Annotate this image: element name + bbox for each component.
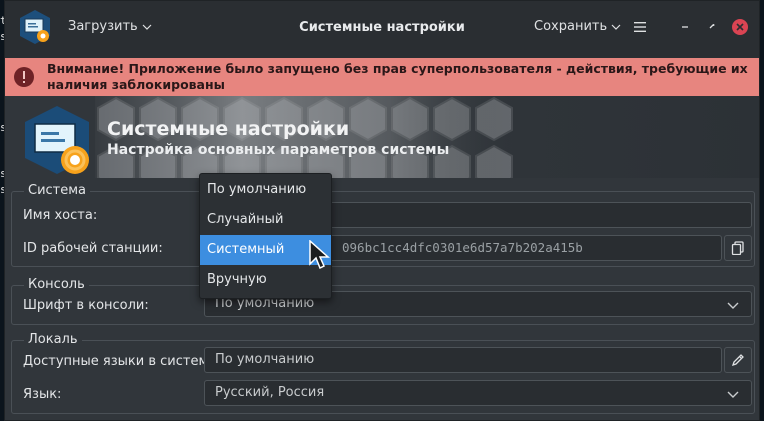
close-button[interactable]: [730, 17, 750, 37]
hostname-label: Имя хоста:: [23, 208, 98, 223]
available-languages-label: Доступные языки в системе:: [23, 354, 221, 369]
console-group: Консоль Шрифт в консоли: По умолчанию: [11, 277, 755, 325]
pencil-icon: [731, 354, 744, 367]
close-icon: [736, 23, 744, 31]
load-menu-button[interactable]: Загрузить: [68, 19, 152, 34]
menu-item-random[interactable]: Случайный: [200, 205, 331, 235]
chevron-down-icon: [727, 391, 739, 398]
locale-group: Локаль Доступные языки в системе: По умо…: [11, 332, 755, 414]
settings-window: Загрузить Системные настройки Сохранить: [4, 0, 760, 421]
console-font-label: Шрифт в консоли:: [23, 298, 149, 313]
warning-text: Внимание! Приложение было запущено без п…: [47, 61, 748, 92]
locale-group-title: Локаль: [24, 332, 82, 347]
minimize-icon: [682, 26, 688, 28]
system-group-title: Система: [24, 183, 91, 198]
language-value: Русский, Россия: [215, 385, 325, 400]
chevron-down-icon: [727, 302, 739, 309]
app-icon: [20, 10, 50, 44]
load-menu-label: Загрузить: [68, 19, 138, 34]
language-label: Язык:: [23, 387, 62, 402]
chevron-down-icon: [611, 24, 621, 30]
warning-icon: [14, 67, 34, 87]
warning-banner: Внимание! Приложение было запущено без п…: [5, 58, 759, 96]
hamburger-icon: [634, 22, 646, 32]
system-group: Система Имя хоста: ID рабочей станции: 0…: [11, 183, 755, 267]
chevron-down-icon: [142, 24, 152, 30]
copy-machine-id-button[interactable]: [724, 235, 752, 261]
machine-id-label: ID рабочей станции:: [23, 241, 163, 256]
language-dropdown[interactable]: Русский, Россия: [204, 380, 752, 406]
hostname-mode-popup-menu: По умолчанию Случайный Системный Вручную: [199, 173, 332, 299]
header-banner: Системные настройки Настройка основных п…: [5, 96, 759, 178]
titlebar: Загрузить Системные настройки Сохранить: [5, 1, 759, 58]
save-menu-button[interactable]: Сохранить: [534, 19, 621, 34]
available-languages-field[interactable]: По умолчанию: [204, 347, 722, 373]
settings-app-icon: [25, 106, 89, 174]
menu-item-default[interactable]: По умолчанию: [200, 175, 331, 205]
maximize-icon: [709, 24, 715, 29]
edit-languages-button[interactable]: [724, 347, 752, 373]
copy-icon: [731, 241, 744, 255]
console-group-title: Консоль: [24, 277, 89, 292]
maximize-button[interactable]: [702, 17, 722, 37]
banner-subtitle: Настройка основных параметров системы: [107, 142, 450, 158]
hamburger-menu-button[interactable]: [630, 17, 650, 37]
mouse-cursor-icon: [309, 240, 330, 270]
banner-title: Системные настройки: [107, 118, 350, 140]
minimize-button[interactable]: [675, 17, 695, 37]
save-menu-label: Сохранить: [534, 19, 608, 34]
